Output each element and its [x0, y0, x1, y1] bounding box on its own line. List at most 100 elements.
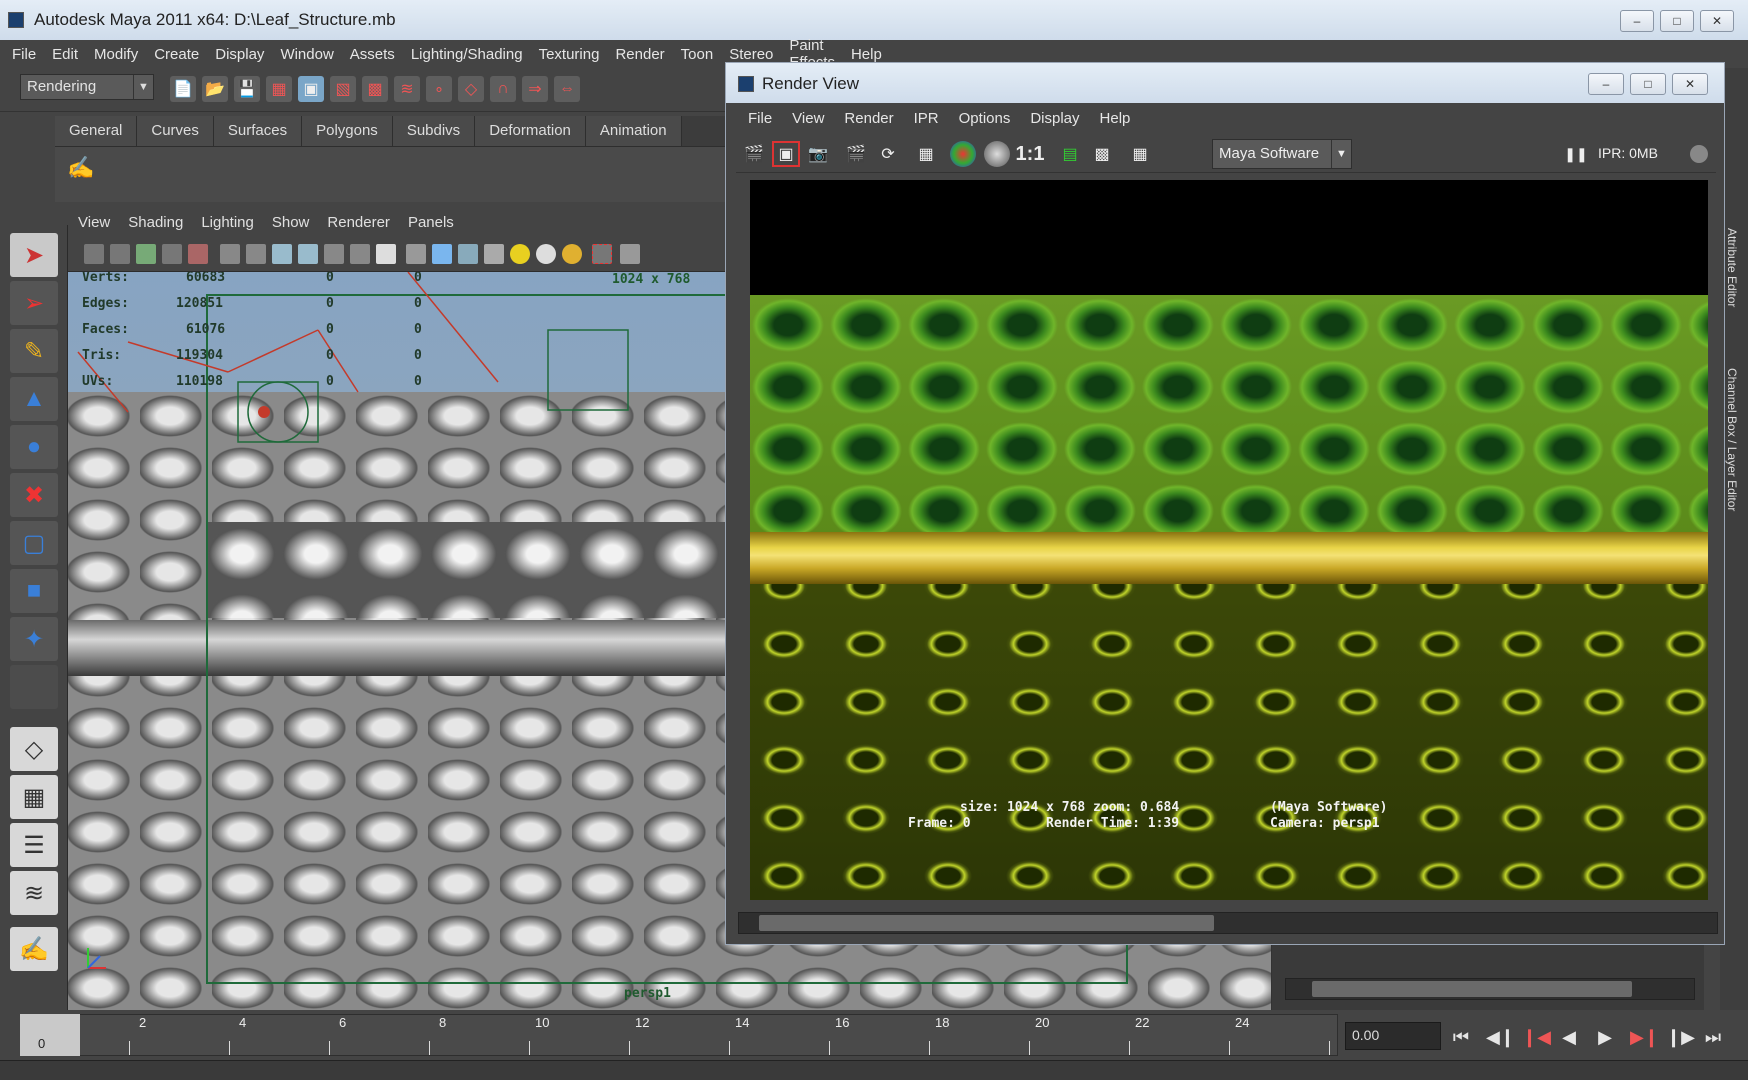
paint-effects-brush-icon[interactable]: ✍ — [67, 155, 95, 183]
minimize-icon[interactable]: – — [1588, 73, 1624, 95]
render-view-scrollbar[interactable] — [738, 912, 1718, 934]
menu-toon[interactable]: Toon — [681, 46, 724, 63]
manipulator-tool-icon[interactable]: ▢ — [10, 521, 58, 565]
keep-image-icon[interactable]: ▤ — [1056, 141, 1084, 167]
menu-modify[interactable]: Modify — [94, 46, 148, 63]
rgb-channels-icon[interactable] — [950, 141, 976, 167]
restore-icon[interactable]: □ — [1630, 73, 1666, 95]
shelf-tab-curves[interactable]: Curves — [137, 116, 214, 146]
render-settings-icon[interactable]: ▦ — [912, 141, 940, 167]
last-tool-slot[interactable] — [10, 665, 58, 709]
current-time-field[interactable]: 0.00 — [1345, 1022, 1441, 1050]
select-component-icon[interactable]: ▧ — [330, 76, 356, 102]
shelf-tab-general[interactable]: General — [55, 116, 138, 146]
restore-icon[interactable]: □ — [1660, 10, 1694, 32]
render-view-window[interactable]: Render View – □ ✕ File View Render IPR O… — [725, 62, 1725, 945]
scrollbar-thumb[interactable] — [759, 915, 1214, 931]
field-chart-icon[interactable] — [298, 244, 318, 264]
select-tool-icon[interactable]: ➤ — [10, 233, 58, 277]
lasso-tool-icon[interactable]: ➢ — [10, 281, 58, 325]
wireframe-on-shaded-icon[interactable] — [458, 244, 478, 264]
rv-menu-file[interactable]: File — [748, 110, 772, 127]
time-slider[interactable]: 0 2 4 6 8 10 12 14 16 18 20 22 24 0 — [0, 1010, 1345, 1060]
rv-menu-display[interactable]: Display — [1030, 110, 1079, 127]
refresh-ipr-icon[interactable]: ⟳ — [874, 141, 902, 167]
snap-curve-icon[interactable]: ≋ — [394, 76, 420, 102]
output-ops-icon[interactable]: ⇔ — [554, 76, 580, 102]
wireframe-icon[interactable] — [406, 244, 426, 264]
step-forward-key-icon[interactable]: ▶❙ — [1630, 1026, 1659, 1048]
step-forward-frame-icon[interactable]: ❙▶ — [1666, 1026, 1695, 1048]
new-scene-icon[interactable]: 📄 — [170, 76, 196, 102]
scrollbar-thumb[interactable] — [1312, 981, 1632, 997]
renderer-dropdown[interactable]: Maya Software ▼ — [1212, 139, 1352, 169]
render-view-titlebar[interactable]: Render View – □ ✕ — [726, 63, 1724, 103]
vp-menu-lighting[interactable]: Lighting — [201, 214, 254, 231]
textured-icon[interactable] — [484, 244, 504, 264]
maya-logo-icon[interactable]: ✍ — [10, 927, 58, 971]
shelf-tab-animation[interactable]: Animation — [585, 116, 682, 146]
go-to-end-icon[interactable]: ⏭ — [1702, 1026, 1724, 1048]
soft-mod-tool-icon[interactable]: ■ — [10, 569, 58, 613]
hud-toggle-icon[interactable] — [376, 244, 396, 264]
camera-select-icon[interactable] — [84, 244, 104, 264]
close-icon[interactable]: ✕ — [1700, 10, 1734, 32]
rv-menu-ipr[interactable]: IPR — [914, 110, 939, 127]
menu-render[interactable]: Render — [615, 46, 674, 63]
camera-attributes-icon[interactable] — [110, 244, 130, 264]
snap-plane-icon[interactable]: ◇ — [458, 76, 484, 102]
play-forwards-icon[interactable]: ▶ — [1594, 1026, 1616, 1048]
single-pane-layout-icon[interactable]: ◇ — [10, 727, 58, 771]
render-region-icon[interactable]: ▣ — [772, 141, 800, 167]
vp-menu-view[interactable]: View — [78, 214, 110, 231]
safe-title-icon[interactable] — [350, 244, 370, 264]
isolate-select-icon[interactable] — [592, 244, 612, 264]
alpha-channel-icon[interactable] — [984, 141, 1010, 167]
move-tool-icon[interactable]: ▲ — [10, 377, 58, 421]
time-slider-track[interactable]: 0 2 4 6 8 10 12 14 16 18 20 22 24 — [20, 1014, 1338, 1056]
shelf-tab-deformation[interactable]: Deformation — [475, 116, 586, 146]
main-titlebar[interactable]: Autodesk Maya 2011 x64: D:\Leaf_Structur… — [0, 0, 1748, 40]
vp-menu-panels[interactable]: Panels — [408, 214, 454, 231]
smooth-shade-icon[interactable] — [432, 244, 452, 264]
show-manipulator-icon[interactable]: ✦ — [10, 617, 58, 661]
render-layers-icon[interactable]: ▦ — [1126, 141, 1154, 167]
all-lights-icon[interactable] — [536, 244, 556, 264]
rv-menu-help[interactable]: Help — [1100, 110, 1131, 127]
current-frame-marker[interactable]: 0 — [20, 1014, 80, 1056]
go-to-start-icon[interactable]: ⏮ — [1450, 1026, 1472, 1048]
menu-texturing[interactable]: Texturing — [539, 46, 610, 63]
rv-menu-render[interactable]: Render — [844, 110, 893, 127]
menu-window[interactable]: Window — [280, 46, 343, 63]
play-backwards-icon[interactable]: ◀ — [1558, 1026, 1580, 1048]
channel-box-scrollbar[interactable] — [1285, 978, 1695, 1000]
snap-point-icon[interactable]: ∘ — [426, 76, 452, 102]
menu-display[interactable]: Display — [215, 46, 274, 63]
outliner-layout-icon[interactable]: ☰ — [10, 823, 58, 867]
step-back-frame-icon[interactable]: ◀❙ — [1486, 1026, 1515, 1048]
rendered-image[interactable]: size: 1024 x 768 zoom: 0.684 (Maya Softw… — [750, 180, 1708, 900]
scale-tool-icon[interactable]: ✖ — [10, 473, 58, 517]
pause-ipr-icon[interactable]: ❚❚ — [1562, 141, 1590, 167]
open-scene-icon[interactable]: 📂 — [202, 76, 228, 102]
real-size-ratio[interactable]: 1:1 — [1016, 141, 1045, 167]
menu-edit[interactable]: Edit — [52, 46, 88, 63]
image-plane-icon[interactable] — [162, 244, 182, 264]
save-scene-icon[interactable]: 💾 — [234, 76, 260, 102]
resolution-gate-icon[interactable] — [246, 244, 266, 264]
default-light-icon[interactable] — [510, 244, 530, 264]
snapshot-camera-icon[interactable]: 📷 — [804, 141, 832, 167]
snap-grid-icon[interactable]: ▩ — [362, 76, 388, 102]
side-tab-attribute-editor[interactable]: Attribute Editor — [1725, 228, 1739, 307]
input-ops-icon[interactable]: ⇒ — [522, 76, 548, 102]
menu-assets[interactable]: Assets — [350, 46, 405, 63]
vp-menu-show[interactable]: Show — [272, 214, 310, 231]
remove-image-icon[interactable]: ▩ — [1088, 141, 1116, 167]
grid-toggle-icon[interactable] — [188, 244, 208, 264]
menu-lighting-shading[interactable]: Lighting/Shading — [411, 46, 533, 63]
film-gate-icon[interactable] — [220, 244, 240, 264]
shelf-tab-subdivs[interactable]: Subdivs — [392, 116, 476, 146]
menu-create[interactable]: Create — [154, 46, 209, 63]
safe-action-icon[interactable] — [324, 244, 344, 264]
menu-set-dropdown[interactable]: Rendering ▼ — [20, 74, 154, 100]
